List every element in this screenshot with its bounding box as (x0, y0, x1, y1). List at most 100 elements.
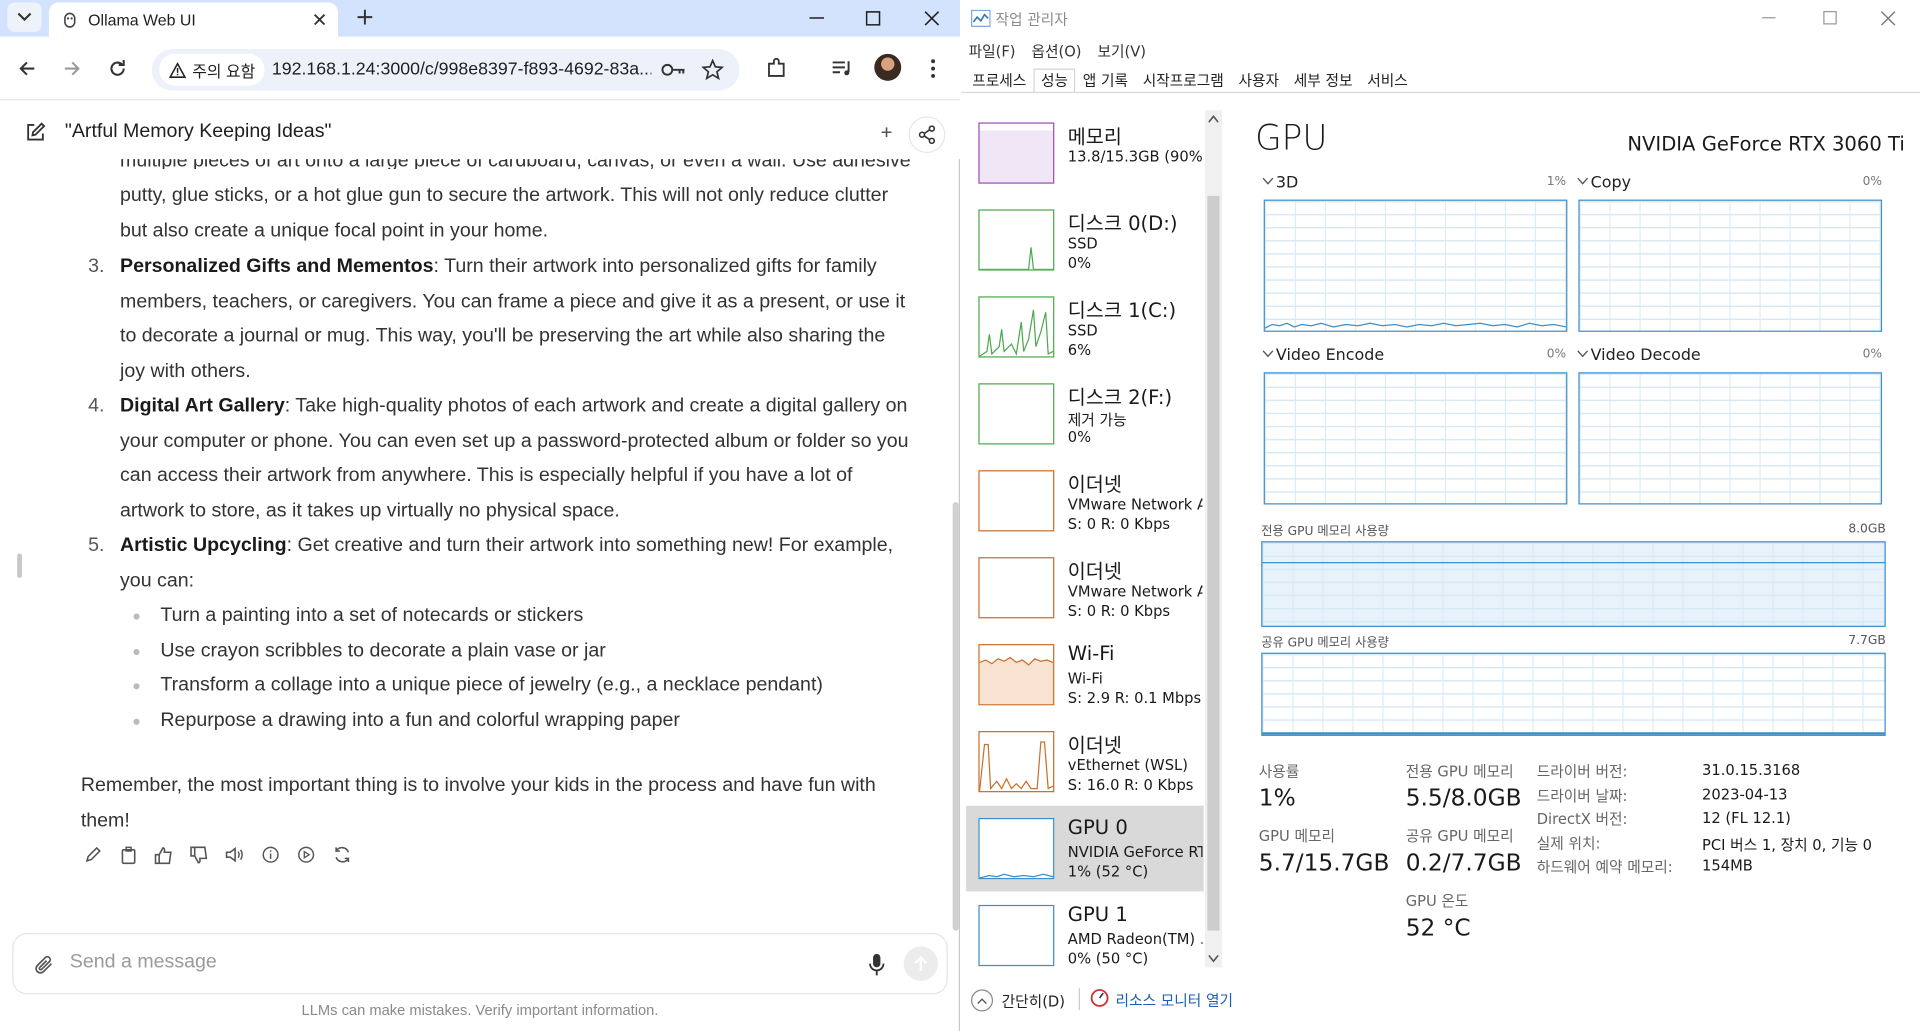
sidebar-item-name: 디스크 1(C:) (1067, 298, 1177, 323)
tab-performance[interactable]: 성능 (1033, 68, 1076, 94)
tm-close-icon[interactable] (1880, 11, 1896, 26)
sidebar-scroll-thumb[interactable] (1207, 195, 1220, 931)
address-bar[interactable]: 주의 요함 192.168.1.24:3000/c/998e8397-f893-… (151, 48, 740, 91)
tab-strip: Ollama Web UI (0, 0, 961, 37)
chevron-down-icon[interactable] (1262, 350, 1274, 358)
tab-users[interactable]: 사용자 (1231, 69, 1286, 93)
read-aloud-button[interactable] (223, 842, 247, 866)
close-tab-icon[interactable] (313, 13, 326, 26)
share-button[interactable] (908, 116, 946, 154)
plus-icon[interactable] (880, 126, 892, 138)
engine-label-video-encode[interactable]: Video Encode (1276, 347, 1384, 365)
playlist-icon (832, 61, 850, 76)
sidebar-thumbnail-graph (978, 644, 1055, 706)
continue-button[interactable] (294, 842, 318, 866)
copy-button[interactable] (116, 842, 140, 866)
message-line: putty, glue sticks, or a hot glue gun to… (120, 184, 889, 206)
tab-services[interactable]: 서비스 (1360, 69, 1415, 93)
browser-menu-button[interactable] (916, 51, 950, 85)
url-text[interactable]: 192.168.1.24:3000/c/998e8397-f893-4692-8… (272, 60, 652, 80)
close-window-button[interactable] (904, 0, 960, 37)
chevron-down-icon[interactable] (1577, 177, 1589, 185)
message-input[interactable] (69, 951, 805, 974)
sidebar-scrollbar[interactable] (1204, 110, 1223, 968)
password-key-icon[interactable] (661, 61, 685, 78)
tab-details[interactable]: 세부 정보 (1286, 69, 1359, 93)
sidebar-item-name: GPU 0 (1067, 815, 1128, 839)
microphone-icon[interactable] (868, 953, 885, 977)
engine-label-3d[interactable]: 3D (1276, 174, 1298, 192)
fewer-details-button[interactable] (971, 989, 994, 1012)
edit-button[interactable] (81, 842, 105, 866)
scroll-up-icon[interactable] (1208, 115, 1219, 123)
tab-startup[interactable]: 시작프로그램 (1135, 69, 1231, 93)
tab-processes[interactable]: 프로세스 (965, 69, 1034, 93)
list-item-text: you can: (120, 570, 195, 591)
detail-value: PCI 버스 1, 장치 0, 기능 0 (1702, 836, 1873, 854)
resource-monitor-icon (1090, 989, 1109, 1007)
sidebar-thumbnail-graph (978, 122, 1055, 184)
list-item-text: your computer or phone. You can even set… (120, 430, 909, 452)
sidebar-item-wifi[interactable]: Wi-Fi Wi-Fi S: 2.9 R: 0.1 Mbps (966, 632, 1204, 718)
message-composer (12, 933, 948, 995)
sidebar-item-gpu-1[interactable]: GPU 1 AMD Radeon(TM) ... 0% (50 °C) (966, 893, 1204, 979)
maximize-button[interactable] (845, 0, 901, 37)
menu-view[interactable]: 보기(V) (1097, 40, 1146, 61)
media-controls-button[interactable] (825, 51, 859, 85)
sidebar-item-name: 이더넷 (1067, 733, 1122, 757)
chevron-down-icon[interactable] (1577, 350, 1589, 358)
sidebar-item-detail: VMware Network A... (1067, 495, 1203, 514)
back-button[interactable] (10, 51, 44, 85)
new-tab-button[interactable] (350, 2, 379, 31)
open-resource-monitor-link[interactable]: 리소스 모니터 열기 (1116, 989, 1233, 1010)
reload-button[interactable] (100, 51, 134, 85)
sidebar-item-ethernet-vmware-1[interactable]: 이더넷VMware Network A...S: 0 R: 0 Kbps (966, 458, 1204, 544)
sub-list-text: Use crayon scribbles to decorate a plain… (160, 640, 606, 662)
regenerate-button[interactable] (329, 842, 353, 866)
tab-search-button[interactable] (7, 2, 42, 32)
sidebar-item-disk-1[interactable]: 디스크 1(C:) SSD 6% (966, 284, 1204, 370)
send-button[interactable] (903, 946, 938, 981)
refresh-icon (334, 846, 349, 863)
tab-app-history[interactable]: 앱 기록 (1075, 69, 1135, 93)
chevron-up-icon (977, 997, 987, 1004)
paperclip-icon[interactable] (33, 954, 55, 976)
sidebar-item-detail: VMware Network A... (1067, 582, 1203, 601)
chat-scrollbar[interactable] (952, 502, 959, 931)
tab-title: Ollama Web UI (88, 10, 196, 29)
browser-tab[interactable]: Ollama Web UI (48, 2, 338, 37)
new-chat-edit-icon[interactable] (24, 121, 46, 143)
profile-avatar[interactable] (874, 53, 902, 81)
menu-options[interactable]: 옵션(O) (1031, 40, 1081, 61)
task-manager-title: 작업 관리자 (995, 11, 1068, 29)
fewer-details-label[interactable]: 간단히(D) (1002, 991, 1065, 1012)
extensions-button[interactable] (759, 51, 793, 85)
shared-memory-level (1262, 732, 1885, 735)
engine-label-video-decode[interactable]: Video Decode (1591, 347, 1701, 365)
sidebar-item-ethernet-vmware-2[interactable]: 이더넷VMware Network A...S: 0 R: 0 Kbps (966, 545, 1204, 631)
sidebar-item-memory[interactable]: 메모리 13.8/15.3GB (90%) (966, 110, 1204, 196)
thumbs-up-button[interactable] (152, 842, 176, 866)
tm-maximize-button[interactable] (1823, 11, 1837, 25)
bookmark-star-icon[interactable] (701, 58, 724, 81)
sidebar-drag-handle[interactable] (17, 553, 23, 578)
forward-button[interactable] (55, 51, 89, 85)
menu-file[interactable]: 파일(F) (969, 40, 1016, 61)
warning-triangle-icon (168, 61, 187, 78)
thumbs-down-button[interactable] (187, 842, 211, 866)
list-number: 4. (88, 395, 105, 417)
engine-label-copy[interactable]: Copy (1591, 174, 1631, 192)
security-chip[interactable]: 주의 요함 (159, 53, 266, 86)
scroll-down-icon[interactable] (1208, 955, 1219, 963)
sidebar-item-disk-0[interactable]: 디스크 0(D:) SSD 0% (966, 197, 1204, 283)
list-item-title: Artistic Upcycling (120, 535, 287, 556)
sidebar-item-gpu-0[interactable]: GPU 0 NVIDIA GeForce RT... 1% (52 °C) (966, 805, 1204, 892)
info-button[interactable] (258, 842, 282, 866)
minimize-button[interactable] (789, 0, 845, 37)
sidebar-item-ethernet-wsl[interactable]: 이더넷 vEthernet (WSL) S: 16.0 R: 0 Kbps (966, 719, 1204, 805)
stat-value-shared-memory: 0.2/7.7GB (1405, 849, 1522, 877)
tm-minimize-button[interactable] (1762, 17, 1776, 19)
sidebar-item-disk-2[interactable]: 디스크 2(F:) 제거 가능 0% (966, 371, 1204, 457)
chevron-down-icon[interactable] (1262, 177, 1274, 185)
stat-label-utilization: 사용률 (1258, 762, 1300, 781)
